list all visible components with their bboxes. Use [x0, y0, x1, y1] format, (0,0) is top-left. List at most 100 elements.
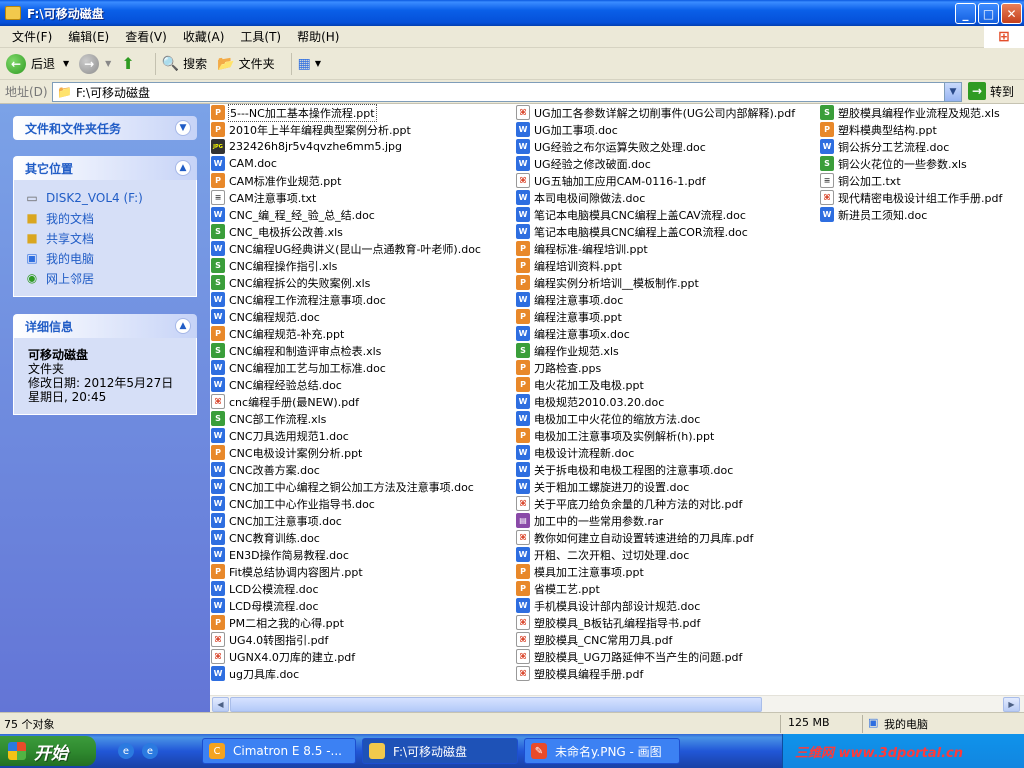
menu-edit[interactable]: 编辑(E)	[60, 28, 117, 45]
views-button[interactable]: ▦ ▼	[298, 56, 321, 72]
file-item[interactable]: ⌘ cnc编程手册(最NEW).pdf	[210, 393, 482, 410]
file-item[interactable]: P 电极加工注意事项及实例解析(h).ppt	[515, 427, 796, 444]
file-item[interactable]: W EN3D操作简易教程.doc	[210, 546, 482, 563]
file-item[interactable]: S 铜公火花位的一些参数.xls	[819, 155, 1003, 172]
file-tasks-header[interactable]: 文件和文件夹任务 ▼	[13, 116, 197, 140]
file-item[interactable]: W UG经验之修改破面.doc	[515, 155, 796, 172]
forward-button[interactable]: → ▼	[79, 53, 111, 74]
file-item[interactable]: ⌘ 塑胶模具编程手册.pdf	[515, 665, 796, 682]
file-item[interactable]: W CNC编程加工艺与加工标准.doc	[210, 359, 482, 376]
minimize-button[interactable]: _	[955, 3, 976, 24]
file-item[interactable]: W 笔记本电脑模具CNC编程上盖CAV流程.doc	[515, 206, 796, 223]
file-item[interactable]: S CNC_电极拆公改善.xls	[210, 223, 482, 240]
file-item[interactable]: ⌘ 教你如何建立自动设置转速进给的刀具库.pdf	[515, 529, 796, 546]
file-item[interactable]: W 关于粗加工螺旋进刀的设置.doc	[515, 478, 796, 495]
file-item[interactable]: W 编程注意事项.doc	[515, 291, 796, 308]
file-item[interactable]: P Fit模总结协调内容图片.ppt	[210, 563, 482, 580]
file-item[interactable]: W 手机模具设计部内部设计规范.doc	[515, 597, 796, 614]
file-item[interactable]: W CAM.doc	[210, 155, 482, 172]
file-item[interactable]: W 铜公拆分工艺流程.doc	[819, 138, 1003, 155]
file-item[interactable]: P 编程注意事项.ppt	[515, 308, 796, 325]
scroll-left-button[interactable]: ◀	[212, 697, 229, 712]
file-item[interactable]: W 本司电极间隙做法.doc	[515, 189, 796, 206]
file-item[interactable]: W 新进员工须知.doc	[819, 206, 1003, 223]
address-dropdown-icon[interactable]: ▼	[944, 83, 961, 101]
file-item[interactable]: P 编程标准-编程培训.ppt	[515, 240, 796, 257]
file-item[interactable]: W CNC_编_程_经_验_总_结.doc	[210, 206, 482, 223]
file-item[interactable]: W CNC编程规范.doc	[210, 308, 482, 325]
file-item[interactable]: P 编程培训资料.ppt	[515, 257, 796, 274]
expand-chevron-icon[interactable]: ▼	[175, 120, 191, 136]
file-item[interactable]: P 电火花加工及电极.ppt	[515, 376, 796, 393]
close-button[interactable]: ✕	[1001, 3, 1022, 24]
file-item[interactable]: S CNC编程操作指引.xls	[210, 257, 482, 274]
file-item[interactable]: ⌘ UG五轴加工应用CAM-0116-1.pdf	[515, 172, 796, 189]
scroll-right-button[interactable]: ▶	[1003, 697, 1020, 712]
file-item[interactable]: ▤ 加工中的一些常用参数.rar	[515, 512, 796, 529]
file-item[interactable]: W CNC编程UG经典讲义(昆山一点通教育-叶老师).doc	[210, 240, 482, 257]
forward-dropdown-icon[interactable]: ▼	[105, 59, 111, 68]
menu-favorites[interactable]: 收藏(A)	[175, 28, 233, 45]
start-button[interactable]: 开始	[0, 736, 96, 766]
file-item[interactable]: ⌘ UGNX4.0刀库的建立.pdf	[210, 648, 482, 665]
file-item[interactable]: P CNC编程规范-补充.ppt	[210, 325, 482, 342]
ie-icon[interactable]: e	[118, 743, 134, 759]
back-button[interactable]: ← 后退 ▼	[6, 53, 69, 74]
up-folder-button[interactable]: ⬆	[121, 54, 138, 73]
file-item[interactable]: P 模具加工注意事项.ppt	[515, 563, 796, 580]
collapse-chevron-icon[interactable]: ▲	[175, 318, 191, 334]
file-item[interactable]: S 塑胶模具编程作业流程及规范.xls	[819, 104, 1003, 121]
folders-button[interactable]: 📂 文件夹	[217, 55, 274, 72]
file-item[interactable]: W 开粗、二次开粗、过切处理.doc	[515, 546, 796, 563]
file-item[interactable]: JPG 232426h8jr5v4qvzhe6mm5.jpg	[210, 138, 482, 155]
ie-icon[interactable]: e	[142, 743, 158, 759]
place-drive[interactable]: ▭ DISK2_VOL4 (F:)	[24, 188, 186, 208]
file-item[interactable]: P 编程实例分析培训__模板制作.ppt	[515, 274, 796, 291]
file-item[interactable]: P PM二相之我的心得.ppt	[210, 614, 482, 631]
file-item[interactable]: P CNC电极设计案例分析.ppt	[210, 444, 482, 461]
file-item[interactable]: W CNC改善方案.doc	[210, 461, 482, 478]
task-explorer[interactable]: F:\可移动磁盘	[362, 738, 518, 764]
file-item[interactable]: W UG加工事项.doc	[515, 121, 796, 138]
file-item[interactable]: S 编程作业规范.xls	[515, 342, 796, 359]
other-places-header[interactable]: 其它位置 ▲	[13, 156, 197, 180]
file-item[interactable]: W CNC刀具选用规范1.doc	[210, 427, 482, 444]
file-item[interactable]: P CAM标准作业规范.ppt	[210, 172, 482, 189]
place-my-documents[interactable]: ■ 我的文档	[24, 208, 186, 228]
file-item[interactable]: ⌘ 关于平底刀给负余量的几种方法的对比.pdf	[515, 495, 796, 512]
place-network[interactable]: ◉ 网上邻居	[24, 268, 186, 288]
file-item[interactable]: P 刀路检查.pps	[515, 359, 796, 376]
file-item[interactable]: W 电极规范2010.03.20.doc	[515, 393, 796, 410]
place-shared-documents[interactable]: ■ 共享文档	[24, 228, 186, 248]
back-dropdown-icon[interactable]: ▼	[63, 59, 69, 68]
file-item[interactable]: W UG经验之布尔运算失败之处理.doc	[515, 138, 796, 155]
menu-view[interactable]: 查看(V)	[117, 28, 175, 45]
file-item[interactable]: W 编程注意事项x.doc	[515, 325, 796, 342]
go-button[interactable]: → 转到	[968, 82, 1014, 100]
file-item[interactable]: P 省模工艺.ppt	[515, 580, 796, 597]
file-item[interactable]: W CNC编程工作流程注意事项.doc	[210, 291, 482, 308]
file-item[interactable]: W 笔记本电脑模具CNC编程上盖COR流程.doc	[515, 223, 796, 240]
file-item[interactable]: P 2010年上半年编程典型案例分析.ppt	[210, 121, 482, 138]
menu-tools[interactable]: 工具(T)	[232, 28, 289, 45]
file-item[interactable]: ≡ CAM注意事项.txt	[210, 189, 482, 206]
file-item[interactable]: ⌘ 塑胶模具_B板钻孔编程指导书.pdf	[515, 614, 796, 631]
task-paint[interactable]: ✎ 未命名y.PNG - 画图	[524, 738, 680, 764]
file-item[interactable]: W CNC加工中心作业指导书.doc	[210, 495, 482, 512]
search-button[interactable]: 🔍 搜索	[162, 55, 207, 72]
file-item[interactable]: W CNC教育训练.doc	[210, 529, 482, 546]
file-item[interactable]: ⌘ UG加工各参数详解之切削事件(UG公司内部解释).pdf	[515, 104, 796, 121]
collapse-chevron-icon[interactable]: ▲	[175, 160, 191, 176]
scrollbar-thumb[interactable]	[230, 697, 762, 712]
file-item[interactable]: ⌘ 塑胶模具_CNC常用刀具.pdf	[515, 631, 796, 648]
file-item[interactable]: W LCD公模流程.doc	[210, 580, 482, 597]
file-item[interactable]: ⌘ 现代精密电极设计组工作手册.pdf	[819, 189, 1003, 206]
file-item[interactable]: W 电极设计流程新.doc	[515, 444, 796, 461]
file-item[interactable]: ⌘ 塑胶模具_UG刀路延伸不当产生的问题.pdf	[515, 648, 796, 665]
file-item[interactable]: ≡ 铜公加工.txt	[819, 172, 1003, 189]
menu-file[interactable]: 文件(F)	[4, 28, 60, 45]
file-item[interactable]: S CNC编程拆公的失败案例.xls	[210, 274, 482, 291]
menu-help[interactable]: 帮助(H)	[289, 28, 347, 45]
task-cimatron[interactable]: C Cimatron E 8.5 -...	[202, 738, 356, 764]
horizontal-scrollbar[interactable]: ◀ ▶	[210, 695, 1024, 712]
